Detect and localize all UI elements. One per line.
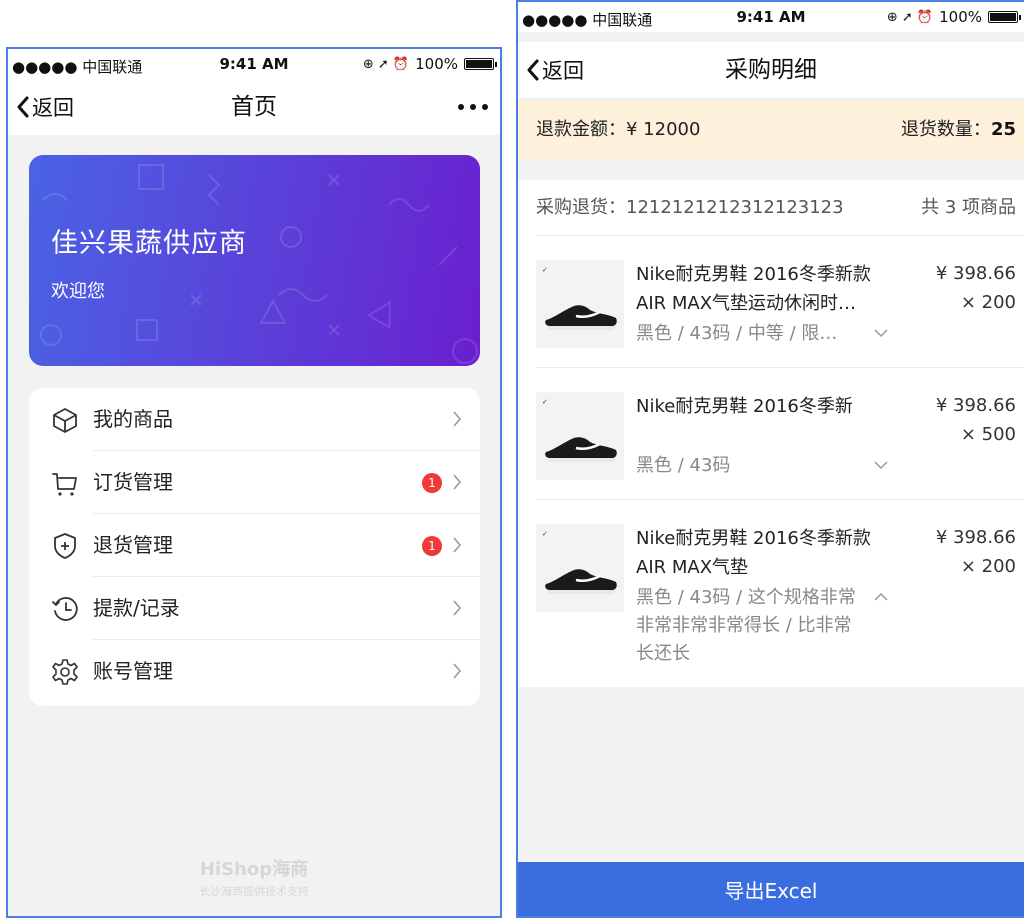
product-price: ¥ 398.66: [935, 527, 1016, 548]
menu-item-label: 提款/记录: [93, 596, 180, 620]
supplier-banner: 佳兴果蔬供应商 欢迎您: [29, 155, 480, 366]
product-title: Nike耐克男鞋 2016冬季新款AIR MAX气垫: [636, 528, 871, 578]
product-quantity: × 500: [960, 424, 1016, 445]
menu-item-orders[interactable]: 订货管理 1: [29, 451, 480, 514]
battery-percent: 100%: [415, 55, 458, 73]
menu-item-returns[interactable]: 退货管理 1: [29, 514, 480, 577]
product-title: Nike耐克男鞋 2016冬季新: [636, 396, 853, 417]
chevron-down-icon[interactable]: [873, 460, 889, 470]
product-price: ¥ 398.66: [935, 395, 1016, 416]
svg-text:✓: ✓: [542, 266, 548, 274]
shoe-image: ✓: [542, 398, 617, 462]
chevron-right-icon: [453, 537, 462, 553]
product-image: ✓: [536, 260, 624, 348]
status-icons: ⊕ ➚ ⏰: [886, 9, 934, 25]
page-title: 首页: [231, 94, 277, 120]
gear-icon: [52, 659, 78, 685]
order-card: 采购退货：1212121212312123123 共 3 项商品 ✓ Nike耐…: [518, 180, 1024, 687]
chevron-down-icon[interactable]: [873, 328, 889, 338]
battery-icon: [988, 11, 1021, 23]
menu-item-label: 我的商品: [93, 407, 173, 431]
shoe-image: ✓: [542, 266, 617, 330]
svg-text:✓: ✓: [542, 398, 548, 406]
chevron-right-icon: [453, 663, 462, 679]
menu-item-label: 退货管理: [93, 533, 173, 557]
menu-item-account[interactable]: 账号管理: [29, 640, 480, 703]
notification-badge: 1: [422, 536, 442, 556]
refund-quantity: 退货数量：25: [901, 100, 1016, 160]
box-icon: [53, 408, 77, 433]
menu-item-label: 订货管理: [93, 470, 173, 494]
status-icons: ⊕ ➚ ⏰: [362, 56, 410, 72]
export-excel-button[interactable]: 导出Excel: [518, 862, 1024, 916]
product-spec: 黑色 / 43码: [636, 455, 731, 476]
footer-support-text: 长沙海商提供技术支持: [199, 885, 309, 898]
status-right: ⊕ ➚ ⏰ 100%: [886, 8, 1021, 26]
product-price: ¥ 398.66: [935, 263, 1016, 284]
product-quantity: × 200: [960, 292, 1016, 313]
svg-text:✓: ✓: [542, 530, 548, 538]
welcome-text: 欢迎您: [51, 281, 105, 302]
product-image: ✓: [536, 392, 624, 480]
shield-plus-icon: [54, 533, 76, 559]
refund-summary: 退款金额：¥ 12000 退货数量：25: [518, 100, 1024, 160]
menu-item-label: 账号管理: [93, 659, 173, 683]
product-title: Nike耐克男鞋 2016冬季新款AIR MAX气垫运动休闲时…: [636, 264, 871, 314]
status-bar: ●●●●● 中国联通 9:41 AM ⊕ ➚ ⏰ 100%: [518, 2, 1024, 32]
notification-badge: 1: [422, 473, 442, 493]
shoe-image: ✓: [542, 530, 617, 594]
refund-qty-value: 25: [990, 119, 1016, 140]
refund-qty-label: 退货数量：: [900, 119, 991, 140]
clock-icon: [52, 597, 78, 621]
chevron-right-icon: [453, 411, 462, 427]
product-item[interactable]: ✓ Nike耐克男鞋 2016冬季新款AIR MAX气垫 ¥ 398.66 × …: [518, 500, 1024, 687]
footer-logo: HiShop海商: [199, 859, 309, 880]
purchase-detail-screen: ●●●●● 中国联通 9:41 AM ⊕ ➚ ⏰ 100% 返回 采购明细 退款…: [516, 0, 1024, 918]
chevron-up-icon[interactable]: [873, 592, 889, 602]
order-number: 采购退货：1212121212312123123: [536, 197, 844, 218]
product-spec: 黑色 / 43码 / 这个规格非常非常非常非常得长 / 比非常长还长: [636, 587, 856, 664]
status-bar: ●●●●● 中国联通 9:41 AM ⊕ ➚ ⏰ 100%: [8, 49, 500, 79]
menu-list: 我的商品 订货管理 1 退货管理 1 提款/记录 账号管理: [29, 388, 480, 706]
nav-bar: 返回 首页: [8, 79, 500, 135]
chevron-right-icon: [453, 474, 462, 490]
product-item[interactable]: ✓ Nike耐克男鞋 2016冬季新 ¥ 398.66 × 500 黑色 / 4…: [518, 368, 1024, 500]
battery-icon: [464, 58, 497, 70]
product-image: ✓: [536, 524, 624, 612]
nav-bar: 返回 采购明细: [518, 42, 1024, 98]
home-screen: ●●●●● 中国联通 9:41 AM ⊕ ➚ ⏰ 100% 返回 首页 佳兴果蔬…: [6, 47, 502, 918]
item-count: 共 3 项商品: [921, 197, 1016, 218]
page-title: 采购明细: [725, 57, 817, 83]
menu-item-withdraw[interactable]: 提款/记录: [29, 577, 480, 640]
status-right: ⊕ ➚ ⏰ 100%: [362, 55, 497, 73]
battery-percent: 100%: [939, 8, 982, 26]
supplier-name: 佳兴果蔬供应商: [51, 228, 247, 259]
order-header: 采购退货：1212121212312123123 共 3 项商品: [518, 180, 1024, 236]
product-spec: 黑色 / 43码 / 中等 / 限…: [636, 323, 838, 344]
refund-amount: 退款金额：¥ 12000: [536, 119, 701, 140]
banner-pattern: [40, 164, 478, 364]
product-quantity: × 200: [960, 556, 1016, 577]
product-item[interactable]: ✓ Nike耐克男鞋 2016冬季新款AIR MAX气垫运动休闲时… ¥ 398…: [518, 236, 1024, 368]
cart-icon: [52, 473, 77, 496]
more-icon[interactable]: [458, 79, 488, 135]
chevron-right-icon: [453, 600, 462, 616]
menu-item-products[interactable]: 我的商品: [29, 388, 480, 451]
